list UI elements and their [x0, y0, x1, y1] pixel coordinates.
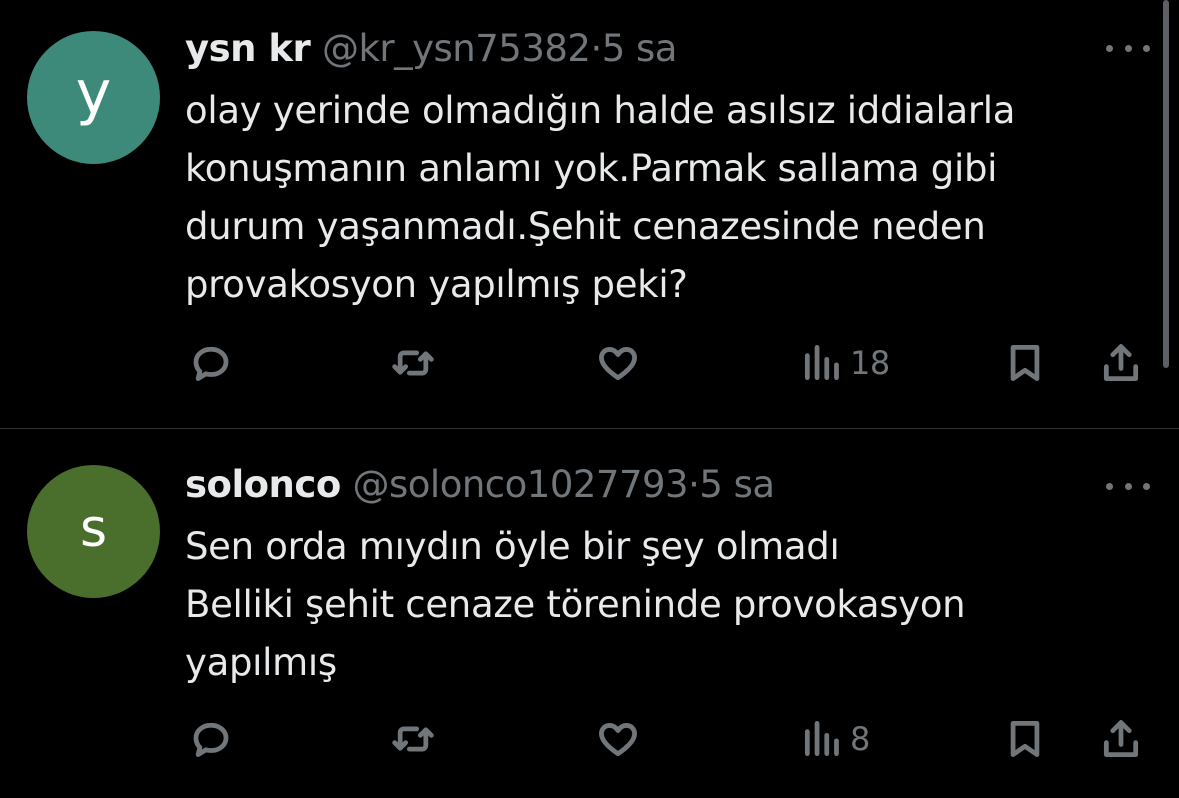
tweet-time[interactable]: 5 sa: [602, 27, 678, 70]
bookmark-icon: [1010, 345, 1040, 381]
share-button[interactable]: [1099, 337, 1143, 389]
reply-icon: [193, 722, 229, 757]
tweet-text: Sen orda mıydın öyle bir şey olmadı Bell…: [185, 518, 1115, 692]
avatar[interactable]: y: [27, 31, 160, 164]
tweet-text-line: konuşmanın anlamı yok.Parmak sallama gib…: [185, 147, 998, 190]
tweet-text-line: Sen orda mıydın öyle bir şey olmadı: [185, 525, 840, 568]
scrollbar[interactable]: [1163, 0, 1169, 368]
tweet-header: ysn kr @kr_ysn75382·5 sa: [185, 27, 677, 71]
bookmark-button[interactable]: [1003, 713, 1047, 765]
tweet-actions: 8: [185, 713, 1150, 765]
heart-icon: [599, 347, 637, 381]
tweet[interactable]: s solonco @solonco1027793·5 sa Sen orda …: [0, 429, 1179, 798]
views-count: 8: [850, 720, 870, 758]
tweet-text-line: olay yerinde olmadığın halde asılsız idd…: [185, 89, 1016, 132]
tweet-text-line: yapılmış: [185, 641, 337, 684]
bookmark-icon: [1010, 721, 1040, 757]
retweet-icon: [392, 726, 434, 752]
tweet-text-line: durum yaşanmadı.Şehit cenazesinde neden: [185, 205, 986, 248]
tweet-actions: 18: [185, 337, 1150, 389]
reply-icon: [193, 346, 229, 381]
heart-icon: [599, 723, 637, 757]
share-icon: [1103, 344, 1139, 381]
avatar[interactable]: s: [27, 465, 160, 598]
share-button[interactable]: [1099, 713, 1143, 765]
more-horizontal-icon[interactable]: [1106, 38, 1150, 58]
like-button[interactable]: [596, 713, 640, 765]
retweet-button[interactable]: [391, 713, 435, 765]
tweet-text-line: Belliki şehit cenaze töreninde provokasy…: [185, 583, 966, 626]
avatar-letter: y: [75, 57, 112, 128]
retweet-button[interactable]: [391, 337, 435, 389]
user-handle[interactable]: @solonco1027793: [353, 463, 689, 506]
reply-button[interactable]: [189, 713, 233, 765]
tweet-text-line: provakosyon yapılmış peki?: [185, 263, 688, 306]
tweet[interactable]: y ysn kr @kr_ysn75382·5 sa olay yerinde …: [0, 0, 1179, 428]
views-count: 18: [850, 344, 890, 382]
separator-dot: ·: [590, 27, 602, 70]
display-name[interactable]: solonco: [185, 463, 341, 506]
display-name[interactable]: ysn kr: [185, 27, 311, 70]
separator-dot: ·: [688, 463, 700, 506]
tweet-time[interactable]: 5 sa: [699, 463, 775, 506]
bookmark-button[interactable]: [1003, 337, 1047, 389]
tweet-header: solonco @solonco1027793·5 sa: [185, 463, 775, 507]
retweet-icon: [392, 350, 434, 376]
views-icon: [804, 345, 839, 381]
more-horizontal-icon[interactable]: [1106, 476, 1150, 496]
views-icon: [804, 721, 839, 757]
views-button[interactable]: 18: [800, 337, 890, 389]
tweet-text: olay yerinde olmadığın halde asılsız idd…: [185, 82, 1115, 314]
avatar-letter: s: [79, 498, 108, 559]
reply-button[interactable]: [189, 337, 233, 389]
share-icon: [1103, 720, 1139, 757]
user-handle[interactable]: @kr_ysn75382: [322, 27, 591, 70]
views-button[interactable]: 8: [800, 713, 870, 765]
like-button[interactable]: [596, 337, 640, 389]
